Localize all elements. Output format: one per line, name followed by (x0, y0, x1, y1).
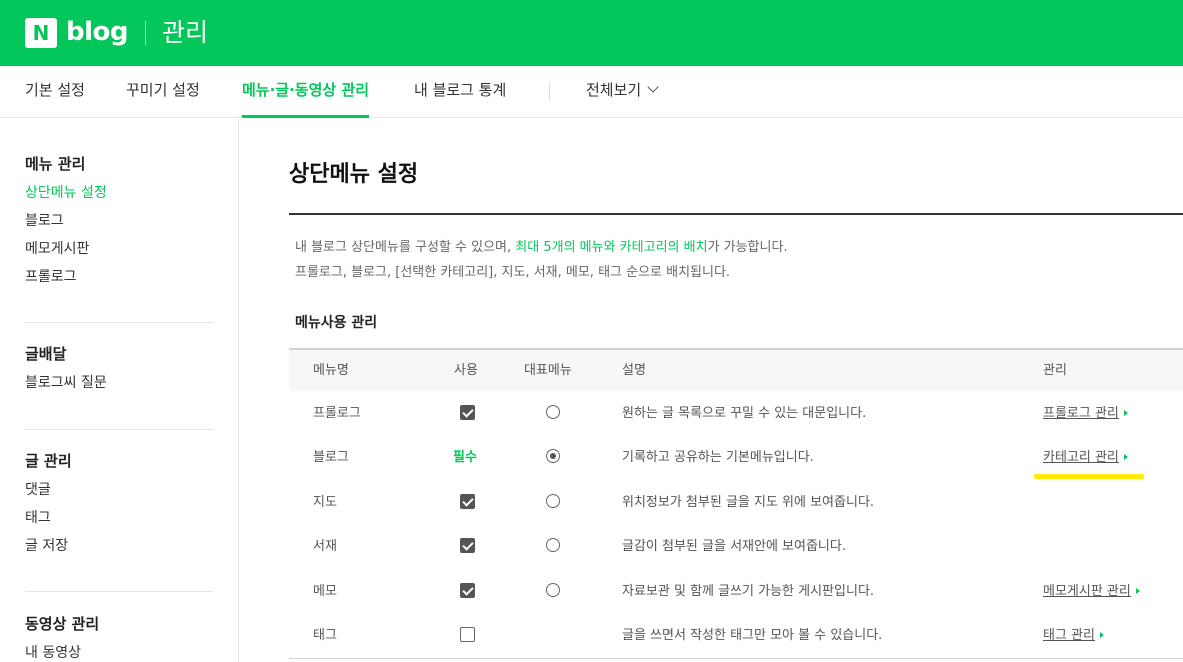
manage-link-label: 카테고리 관리 (1043, 450, 1119, 465)
header-section-title: 관리 (162, 18, 209, 47)
sidebar-item-blog-question[interactable]: 블로그씨 질문 (25, 369, 215, 397)
sidebar-group-post-delivery: 글배달 블로그씨 질문 (25, 339, 215, 397)
arrow-right-icon (1123, 454, 1128, 460)
sidebar-group-title: 동영상 관리 (25, 615, 100, 633)
sidebar-item-memo-board[interactable]: 메모게시판 (25, 235, 215, 263)
arrow-right-icon (1135, 588, 1140, 594)
description-line-1: 내 블로그 상단메뉴를 구성할 수 있으며, 최대 5개의 메뉴와 카테고리의 … (295, 238, 788, 258)
tab-view-all[interactable]: 전체보기 (586, 66, 659, 118)
tab-blog-statistics[interactable]: 내 블로그 통계 (414, 66, 506, 118)
description-line-2: 프롤로그, 블로그, [선택한 카테고리], 지도, 서재, 메모, 태그 순으… (295, 265, 731, 280)
main-menu-radio[interactable] (546, 494, 560, 508)
row-description: 기록하고 공유하는 기본메뉴입니다. (622, 450, 814, 465)
row-menu-name: 태그 (313, 628, 337, 643)
main-tab-bar: 기본 설정 꾸미기 설정 메뉴·글·동영상 관리 내 블로그 통계 전체보기 (0, 66, 1183, 118)
sidebar-group-post-management: 글 관리 댓글 태그 글 저장 (25, 446, 215, 560)
use-checkbox[interactable] (460, 583, 475, 598)
yellow-highlight-mark (1034, 474, 1144, 479)
table-bottom-border (289, 658, 1183, 659)
tab-basic-settings[interactable]: 기본 설정 (25, 66, 85, 118)
sidebar-group-title: 글 관리 (25, 452, 72, 470)
manage-category-link[interactable]: 카테고리 관리 (1043, 448, 1128, 468)
manage-tags-link[interactable]: 태그 관리 (1043, 626, 1104, 646)
row-description: 자료보관 및 함께 글쓰기 가능한 게시판입니다. (622, 584, 875, 599)
manage-prologue-link[interactable]: 프롤로그 관리 (1043, 404, 1128, 424)
sidebar-item-comments[interactable]: 댓글 (25, 476, 215, 504)
column-header-main-menu: 대표메뉴 (524, 363, 572, 378)
sidebar-divider (25, 429, 213, 430)
column-header-description: 설명 (622, 363, 646, 378)
description-text: 가 가능합니다. (707, 240, 788, 255)
manage-link-label: 태그 관리 (1043, 628, 1095, 643)
column-header-use: 사용 (454, 363, 478, 378)
row-menu-name: 지도 (313, 495, 337, 510)
row-description: 원하는 글 목록으로 꾸밀 수 있는 대문입니다. (622, 406, 867, 421)
sidebar-divider (25, 322, 213, 323)
main-menu-radio[interactable] (546, 405, 560, 419)
header-divider (145, 21, 146, 45)
sidebar-group-video-management: 동영상 관리 내 동영상 (25, 609, 215, 662)
sidebar: 메뉴 관리 상단메뉴 설정 블로그 메모게시판 프롤로그 글배달 블로그씨 질문… (0, 119, 239, 662)
blog-logo-text[interactable]: blog (66, 14, 129, 50)
chevron-down-icon (647, 81, 659, 93)
section-title: 메뉴사용 관리 (295, 315, 378, 331)
manage-link-label: 프롤로그 관리 (1043, 406, 1119, 421)
manage-memo-board-link[interactable]: 메모게시판 관리 (1043, 582, 1140, 602)
page-title: 상단메뉴 설정 (289, 162, 419, 187)
naver-logo-icon[interactable]: N (25, 18, 57, 48)
row-description: 글을 쓰면서 작성한 태그만 모아 볼 수 있습니다. (622, 628, 883, 643)
top-header-bar: N blog 관리 (0, 0, 1183, 66)
description-text: 내 블로그 상단메뉴를 구성할 수 있으며, (295, 240, 516, 255)
sidebar-group-title: 메뉴 관리 (25, 155, 86, 173)
arrow-right-icon (1099, 632, 1104, 638)
tab-divider (549, 82, 550, 100)
main-menu-radio[interactable] (546, 583, 560, 597)
row-menu-name: 메모 (313, 584, 337, 599)
main-menu-radio[interactable] (546, 449, 560, 463)
row-menu-name: 블로그 (313, 450, 349, 465)
sidebar-item-tags[interactable]: 태그 (25, 504, 215, 532)
column-header-manage: 관리 (1043, 363, 1067, 378)
description-highlight: 최대 5개의 메뉴와 카테고리의 배치 (515, 240, 708, 255)
row-description: 글감이 첨부된 글을 서재안에 보여줍니다. (622, 539, 846, 554)
sidebar-item-my-videos[interactable]: 내 동영상 (25, 639, 215, 662)
title-divider (289, 213, 1183, 215)
sidebar-divider (25, 591, 213, 592)
row-menu-name: 프롤로그 (313, 406, 361, 421)
required-badge: 필수 (453, 450, 477, 465)
tab-menu-post-video-management[interactable]: 메뉴·글·동영상 관리 (242, 66, 370, 118)
use-checkbox[interactable] (460, 538, 475, 553)
use-checkbox[interactable] (460, 627, 475, 642)
row-menu-name: 서재 (313, 539, 337, 554)
main-menu-radio[interactable] (546, 538, 560, 552)
sidebar-item-top-menu-settings[interactable]: 상단메뉴 설정 (25, 179, 215, 207)
sidebar-item-prologue[interactable]: 프롤로그 (25, 263, 215, 291)
tab-view-all-label: 전체보기 (586, 81, 642, 99)
tab-design-settings[interactable]: 꾸미기 설정 (126, 66, 200, 118)
manage-link-label: 메모게시판 관리 (1043, 584, 1131, 599)
column-header-menu-name: 메뉴명 (313, 363, 349, 378)
use-checkbox[interactable] (460, 494, 475, 509)
use-checkbox[interactable] (460, 405, 475, 420)
sidebar-item-saved-posts[interactable]: 글 저장 (25, 532, 215, 560)
arrow-right-icon (1123, 410, 1128, 416)
sidebar-group-title: 글배달 (25, 345, 67, 363)
row-description: 위치정보가 첨부된 글을 지도 위에 보여줍니다. (622, 495, 875, 510)
sidebar-item-blog[interactable]: 블로그 (25, 207, 215, 235)
sidebar-group-menu-management: 메뉴 관리 상단메뉴 설정 블로그 메모게시판 프롤로그 (25, 149, 215, 291)
